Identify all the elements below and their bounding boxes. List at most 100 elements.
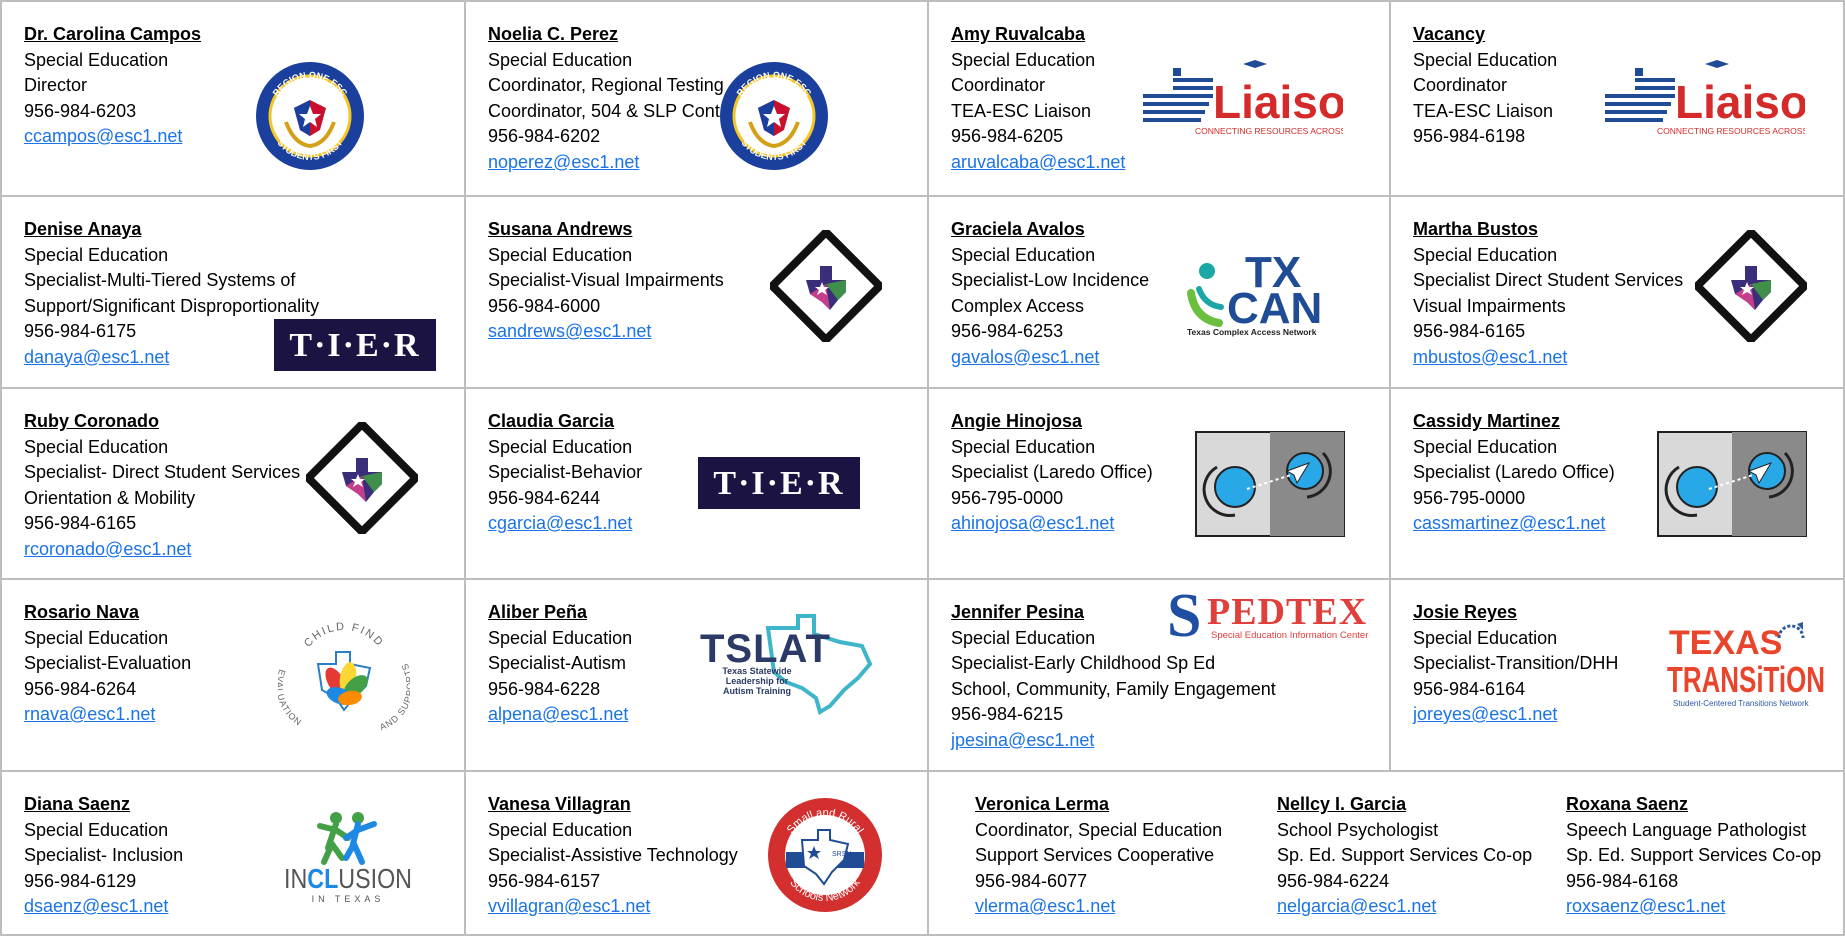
staff-card-name: Rosario Nava xyxy=(24,602,140,622)
staff-card-info: Cassidy Martinez Special Education Special… xyxy=(1413,409,1615,537)
transition-line1: TEXAS xyxy=(1669,624,1782,662)
staff-card-email-link[interactable]: gavalos@esc1.net xyxy=(951,345,1149,371)
staff-card-detail: TEA-ESC Liaison xyxy=(951,100,1092,121)
staff-card-detail: 956-984-6165 xyxy=(24,513,137,533)
staff-card-detail: Special Education xyxy=(1413,244,1558,265)
staff-card-detail: 956-984-6198 xyxy=(1413,126,1526,146)
staff-card-detail: Complex Access xyxy=(951,295,1085,316)
tier-word: T·I·E·R xyxy=(713,465,844,502)
staff-card-email-link[interactable]: rnava@esc1.net xyxy=(24,702,191,728)
coop-member-name: Roxana Saenz xyxy=(1566,794,1689,814)
staff-card-detail: Specialist-Behavior xyxy=(488,462,643,482)
staff-card-email-link[interactable]: aruvalcaba@esc1.net xyxy=(951,150,1125,176)
tier-logo: T·I·E·R xyxy=(274,319,436,371)
staff-card-email-link[interactable]: rcoronado@esc1.net xyxy=(24,537,300,563)
staff-card-detail: Coordinator, Regional Testing xyxy=(488,75,724,95)
staff-card-email-link[interactable]: vvillagran@esc1.net xyxy=(488,894,738,920)
staff-card-name: Susana Andrews xyxy=(488,219,633,239)
staff-card-name: Angie Hinojosa xyxy=(951,411,1083,431)
staff-card-email-link[interactable]: mbustos@esc1.net xyxy=(1413,345,1683,371)
coop-member-email-link[interactable]: vlerma@esc1.net xyxy=(975,894,1222,920)
staff-card-detail: Orientation & Mobility xyxy=(24,487,196,508)
staff-card: Aliber Peña Special Education Specialist-A… xyxy=(466,580,929,772)
staff-card-name: Ruby Coronado xyxy=(24,411,159,431)
staff-card-detail: Special Education xyxy=(951,49,1096,70)
staff-card: Vanesa Villagran Special Education Special… xyxy=(466,772,929,936)
staff-card: Amy Ruvalcaba Special Education Coordinato… xyxy=(929,0,1391,197)
coop-member-detail: 956-984-6168 xyxy=(1566,870,1679,891)
svg-text:AND SUPPORTS: AND SUPPORTS xyxy=(378,661,410,732)
staff-card-detail: Specialist-Low Incidence xyxy=(951,270,1150,290)
staff-card-info: Claudia Garcia Special Education Specialis… xyxy=(488,409,642,537)
staff-card-detail: Special Education xyxy=(951,244,1096,265)
staff-card-detail: Special Education xyxy=(24,436,169,457)
staff-card-detail: Special Education xyxy=(488,436,633,457)
staff-card-email-link[interactable]: sandrews@esc1.net xyxy=(488,319,724,345)
staff-card-detail: 956-984-6129 xyxy=(24,870,137,891)
coop-member-detail: Support Services Cooperative xyxy=(975,845,1215,865)
staff-card-detail: TEA-ESC Liaison xyxy=(1413,100,1554,121)
coop-member-email-link[interactable]: nelgarcia@esc1.net xyxy=(1277,894,1532,920)
staff-card-detail: 956-984-6157 xyxy=(488,870,601,891)
coop-member-detail: Coordinator, Special Education xyxy=(975,819,1223,840)
staff-card-detail: Specialist (Laredo Office) xyxy=(1413,462,1615,482)
staff-card-detail: 956-984-6000 xyxy=(488,295,601,316)
staff-card-info: Josie Reyes Special Education Specialist-T… xyxy=(1413,600,1618,728)
staff-card-detail: Specialist- Direct Student Services xyxy=(24,462,301,482)
staff-card-info: Ruby Coronado Special Education Specialist… xyxy=(24,409,300,562)
staff-card: Noelia C. Perez Special Education Coordina… xyxy=(466,0,929,197)
tslat-word: TSLAT xyxy=(700,627,831,671)
staff-card-email-link[interactable]: cassmartinez@esc1.net xyxy=(1413,511,1615,537)
staff-card-info: Angie Hinojosa Special Education Specialis… xyxy=(951,409,1153,537)
coop-member-info: Nellcy I. Garcia School Psychologist Sp. E… xyxy=(1277,792,1532,920)
staff-card-email-link[interactable]: cgarcia@esc1.net xyxy=(488,511,642,537)
txcan-line2: CAN xyxy=(1227,284,1322,333)
staff-card: Martha Bustos Special Education Specialist… xyxy=(1391,197,1845,389)
staff-card-detail: 956-984-6244 xyxy=(488,487,601,508)
spedtex-logo: S PEDTEX Special Education Information C… xyxy=(1165,586,1370,648)
tier-word: T·I·E·R xyxy=(289,327,420,364)
staff-card-detail: Specialist (Laredo Office) xyxy=(951,462,1153,482)
liaisons-tagline: CONNECTING RESOURCES ACROSS TEXAS xyxy=(1195,126,1343,136)
coop-member-detail: Sp. Ed. Support Services Co-op xyxy=(1277,845,1533,865)
staff-card-name: Vacancy xyxy=(1413,24,1486,44)
coop-member-email-link[interactable]: roxsaenz@esc1.net xyxy=(1566,894,1821,920)
staff-card-email-link[interactable]: alpena@esc1.net xyxy=(488,702,632,728)
coop-member-detail: Sp. Ed. Support Services Co-op xyxy=(1566,845,1822,865)
staff-card-detail: Director xyxy=(24,75,88,95)
staff-card-info: Dr. Carolina Campos Special Education Dire… xyxy=(24,22,201,150)
svg-text:EVALUATION: EVALUATION xyxy=(278,668,304,728)
staff-card: Graciela Avalos Special Education Speciali… xyxy=(929,197,1391,389)
tslat-logo: TSLAT Texas Statewide Leadership for Aut… xyxy=(698,612,878,716)
svg-text:CHILD FIND: CHILD FIND xyxy=(302,621,386,650)
srsn-center-text: SRSN xyxy=(832,851,851,858)
staff-card: Diana Saenz Special Education Specialist- … xyxy=(0,772,466,936)
inclusion-logo: INCLUSION IN TEXAS xyxy=(282,808,414,904)
staff-card: Vacancy Special Education Coordinator TEA-E… xyxy=(1391,0,1845,197)
staff-card: Ruby Coronado Special Education Specialist… xyxy=(0,389,466,580)
staff-card-email-link[interactable]: dsaenz@esc1.net xyxy=(24,894,183,920)
staff-card: Rosario Nava Special Education Specialist-… xyxy=(0,580,466,772)
childfind-right-text: AND SUPPORTS xyxy=(378,661,410,732)
staff-card-detail: Special Education xyxy=(488,49,633,70)
staff-card-info: Noelia C. Perez Special Education Coordina… xyxy=(488,22,744,175)
staff-card-email-link[interactable]: noperez@esc1.net xyxy=(488,150,744,176)
staff-card-detail: School, Community, Family Engagement xyxy=(951,678,1276,699)
coop-member-detail: Speech Language Pathologist xyxy=(1566,819,1807,840)
staff-card-email-link[interactable]: ahinojosa@esc1.net xyxy=(951,511,1153,537)
staff-card-detail: 956-984-6205 xyxy=(951,126,1064,146)
staff-card-email-link[interactable]: joreyes@esc1.net xyxy=(1413,702,1618,728)
globe-logo xyxy=(1657,431,1807,537)
liaisons-word: Liaisons xyxy=(1213,76,1343,128)
staff-card-detail: Special Education xyxy=(24,49,169,70)
staff-card-detail: Specialist-Early Childhood Sp Ed xyxy=(951,653,1216,673)
staff-card-detail: Coordinator xyxy=(1413,75,1508,95)
staff-card-info: Vanesa Villagran Special Education Special… xyxy=(488,792,738,920)
spedtex-sub: Special Education Information Center xyxy=(1211,630,1368,641)
staff-card-name: Amy Ruvalcaba xyxy=(951,24,1086,44)
staff-card-email-link[interactable]: ccampos@esc1.net xyxy=(24,124,201,150)
coop-member-info: Veronica Lerma Coordinator, Special Educa… xyxy=(975,792,1222,920)
tx-can-logo: TX CAN Texas Complex Access Network xyxy=(1177,245,1357,337)
staff-card-email-link[interactable]: jpesina@esc1.net xyxy=(951,728,1276,754)
staff-card-name: Dr. Carolina Campos xyxy=(24,24,202,44)
